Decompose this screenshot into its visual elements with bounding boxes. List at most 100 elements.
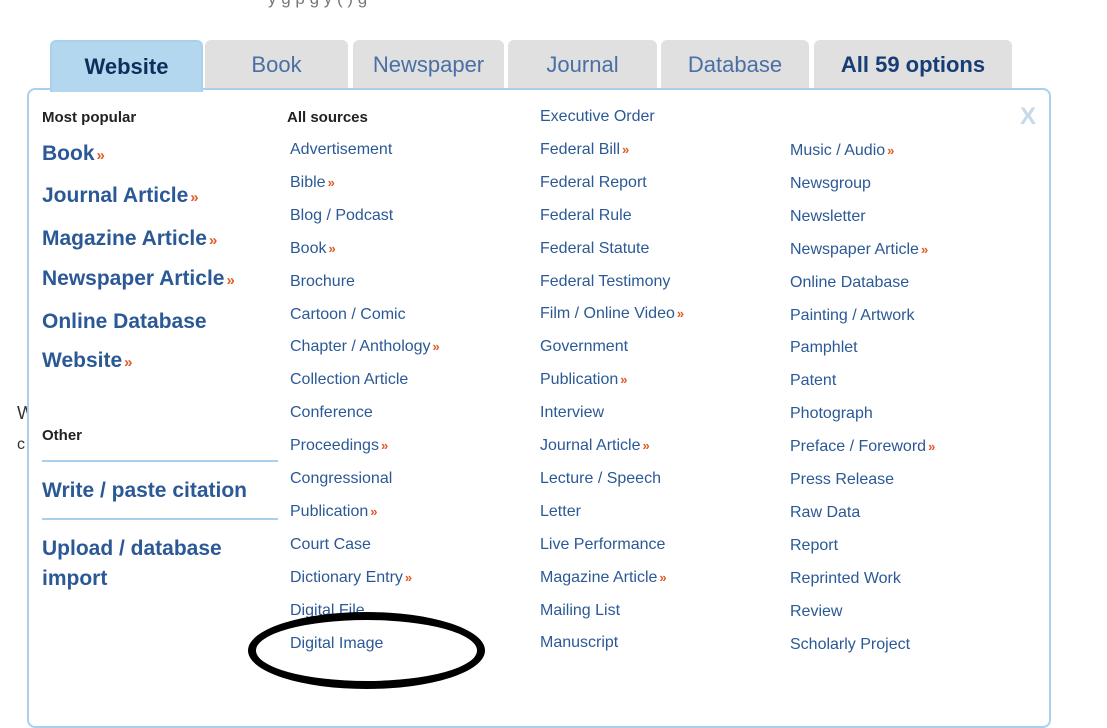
source-link-lecture-speech[interactable]: Lecture / Speech [540, 470, 661, 488]
source-link-label: Cartoon / Comic [290, 306, 406, 323]
source-link-chapter-anthology[interactable]: Chapter / Anthology» [290, 338, 440, 356]
source-link-newsletter[interactable]: Newsletter [790, 208, 866, 226]
source-link-review[interactable]: Review [790, 603, 842, 621]
source-link-reprinted-work[interactable]: Reprinted Work [790, 570, 901, 588]
source-link-advertisement[interactable]: Advertisement [290, 141, 392, 159]
source-link-publication[interactable]: Publication» [290, 503, 378, 521]
source-link-label: Chapter / Anthology [290, 338, 431, 355]
source-link-cartoon-comic[interactable]: Cartoon / Comic [290, 306, 406, 324]
tab-website[interactable]: Website [50, 40, 203, 92]
tab-database[interactable]: Database [661, 40, 809, 89]
source-link-letter[interactable]: Letter [540, 503, 581, 521]
source-link-government[interactable]: Government [540, 338, 628, 356]
source-link-live-performance[interactable]: Live Performance [540, 536, 665, 554]
source-link-label: Film / Online Video [540, 305, 675, 322]
source-link-label: Pamphlet [790, 339, 858, 356]
source-link-federal-statute[interactable]: Federal Statute [540, 240, 649, 258]
source-link-label: Dictionary Entry [290, 569, 403, 586]
more-arrow-icon: » [380, 438, 389, 453]
source-link-label: Bible [290, 174, 326, 191]
source-link-proceedings[interactable]: Proceedings» [290, 437, 388, 455]
source-link-journal-article[interactable]: Journal Article» [540, 437, 650, 455]
popular-link-book[interactable]: Book» [42, 142, 105, 166]
popular-link-website[interactable]: Website» [42, 349, 132, 373]
source-link-manuscript[interactable]: Manuscript [540, 634, 618, 652]
source-link-label: Live Performance [540, 536, 666, 553]
source-link-scholarly-project[interactable]: Scholarly Project [790, 636, 910, 654]
clipped-intro-text: y g p g y ( ) g [0, 0, 1107, 14]
tab-all-options[interactable]: All 59 options [814, 40, 1012, 89]
upload-link-line-2: import [42, 567, 108, 590]
source-link-dictionary-entry[interactable]: Dictionary Entry» [290, 569, 412, 587]
source-link-label: Court Case [290, 536, 371, 553]
source-link-label: Federal Rule [540, 207, 632, 224]
source-link-congressional[interactable]: Congressional [290, 470, 392, 488]
source-link-blog-podcast[interactable]: Blog / Podcast [290, 207, 393, 225]
source-link-collection-article[interactable]: Collection Article [290, 371, 408, 389]
source-link-label: Scholarly Project [790, 636, 911, 653]
source-link-executive-order[interactable]: Executive Order [540, 108, 655, 126]
more-arrow-icon: » [887, 143, 895, 158]
upload-database-import-link[interactable]: Upload / database import [42, 537, 222, 597]
background-letter-c: c [17, 436, 25, 453]
popular-link-label: Website [42, 349, 123, 372]
source-link-mailing-list[interactable]: Mailing List [540, 602, 620, 620]
write-paste-citation-link[interactable]: Write / paste citation [42, 479, 247, 503]
source-link-painting-artwork[interactable]: Painting / Artwork [790, 307, 915, 325]
source-link-preface-foreword[interactable]: Preface / Foreword» [790, 438, 935, 456]
tab-journal[interactable]: Journal [508, 40, 657, 89]
close-icon[interactable]: X [1020, 103, 1036, 131]
highlight-circle-annotation [248, 612, 485, 689]
popular-link-label: Book [42, 142, 95, 165]
upload-link-line-1: Upload / database [42, 537, 222, 560]
intro-text-fragment: y g p g y ( ) g [268, 0, 367, 9]
source-link-newsgroup[interactable]: Newsgroup [790, 175, 871, 193]
tab-book[interactable]: Book [205, 40, 348, 89]
source-link-film-online-video[interactable]: Film / Online Video» [540, 305, 684, 323]
popular-link-online-database[interactable]: Online Database [42, 310, 207, 334]
source-link-label: Publication [540, 371, 619, 388]
more-arrow-icon: » [370, 504, 378, 519]
source-link-conference[interactable]: Conference [290, 404, 373, 422]
source-link-label: Blog / Podcast [290, 207, 394, 224]
source-link-court-case[interactable]: Court Case [290, 536, 371, 554]
source-link-label: Manuscript [540, 634, 619, 651]
most-popular-heading: Most popular [42, 109, 137, 126]
divider [42, 518, 278, 520]
source-link-label: Federal Report [540, 174, 647, 191]
source-link-federal-bill[interactable]: Federal Bill» [540, 141, 629, 159]
source-link-federal-rule[interactable]: Federal Rule [540, 207, 632, 225]
all-sources-heading: All sources [287, 109, 368, 126]
more-arrow-icon: » [622, 142, 630, 157]
source-link-music-audio[interactable]: Music / Audio» [790, 142, 894, 160]
source-link-publication[interactable]: Publication» [540, 371, 628, 389]
source-link-photograph[interactable]: Photograph [790, 405, 873, 423]
source-link-label: Letter [540, 503, 581, 520]
source-link-book[interactable]: Book» [290, 240, 336, 258]
more-arrow-icon: » [327, 175, 335, 190]
source-link-label: Music / Audio [790, 142, 886, 159]
source-link-report[interactable]: Report [790, 537, 838, 555]
source-link-label: Report [790, 537, 839, 554]
popular-link-newspaper-article[interactable]: Newspaper Article» [42, 267, 235, 291]
source-link-magazine-article[interactable]: Magazine Article» [540, 569, 667, 587]
source-link-raw-data[interactable]: Raw Data [790, 504, 860, 522]
source-link-federal-testimony[interactable]: Federal Testimony [540, 273, 670, 291]
source-link-label: Brochure [290, 273, 355, 290]
source-link-label: Mailing List [540, 602, 621, 619]
popular-link-magazine-article[interactable]: Magazine Article» [42, 227, 217, 251]
tab-newspaper[interactable]: Newspaper [353, 40, 504, 89]
source-link-pamphlet[interactable]: Pamphlet [790, 339, 858, 357]
source-link-press-release[interactable]: Press Release [790, 471, 894, 489]
source-link-patent[interactable]: Patent [790, 372, 836, 390]
popular-link-journal-article[interactable]: Journal Article» [42, 184, 199, 208]
divider [42, 460, 278, 462]
source-link-label: Raw Data [790, 504, 861, 521]
source-link-interview[interactable]: Interview [540, 404, 604, 422]
more-arrow-icon: » [96, 147, 105, 164]
source-link-newspaper-article[interactable]: Newspaper Article» [790, 241, 928, 259]
source-link-federal-report[interactable]: Federal Report [540, 174, 647, 192]
source-link-bible[interactable]: Bible» [290, 174, 335, 192]
source-link-online-database[interactable]: Online Database [790, 274, 909, 292]
source-link-brochure[interactable]: Brochure [290, 273, 355, 291]
